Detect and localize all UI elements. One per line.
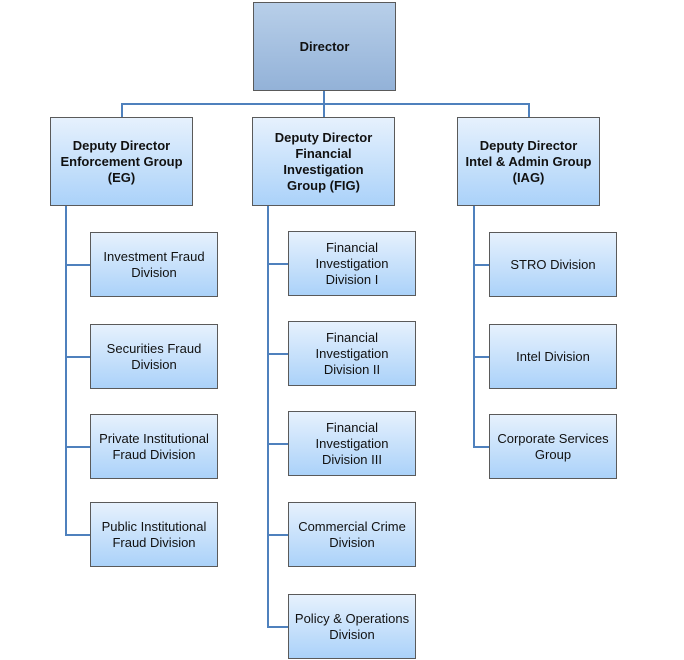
connector bbox=[267, 534, 288, 536]
connector bbox=[473, 356, 489, 358]
deputy-director-box: Deputy Director Intel & Admin Group (IAG… bbox=[457, 117, 600, 206]
connector bbox=[473, 205, 475, 447]
division-box-label: Securities Fraud Division bbox=[106, 340, 202, 372]
division-box-label: Financial Investigation Division II bbox=[315, 329, 389, 377]
division-box: Financial Investigation Division II bbox=[288, 321, 416, 386]
division-box: Public Institutional Fraud Division bbox=[90, 502, 218, 567]
division-box: Intel Division bbox=[489, 324, 617, 389]
division-box-label: STRO Division bbox=[510, 256, 596, 272]
division-box: Private Institutional Fraud Division bbox=[90, 414, 218, 479]
division-box-label: Public Institutional Fraud Division bbox=[101, 518, 207, 550]
division-box: STRO Division bbox=[489, 232, 617, 297]
director-label: Director bbox=[299, 38, 350, 54]
division-box: Financial Investigation Division III bbox=[288, 411, 416, 476]
division-box: Commercial Crime Division bbox=[288, 502, 416, 567]
division-box: Corporate Services Group bbox=[489, 414, 617, 479]
deputy-director-box: Deputy Director Financial Investigation … bbox=[252, 117, 395, 206]
connector bbox=[65, 205, 67, 535]
connector bbox=[65, 446, 90, 448]
deputy-director-box-label: Deputy Director Enforcement Group (EG) bbox=[60, 137, 183, 185]
org-chart: Director Deputy Director Enforcement Gro… bbox=[0, 0, 684, 660]
connector bbox=[473, 264, 489, 266]
division-box-label: Intel Division bbox=[516, 348, 590, 364]
division-box-label: Policy & Operations Division bbox=[294, 610, 410, 642]
connector bbox=[473, 446, 489, 448]
division-box: Investment Fraud Division bbox=[90, 232, 218, 297]
connector bbox=[121, 103, 530, 105]
division-box-label: Financial Investigation Division I bbox=[315, 239, 389, 287]
division-box-label: Investment Fraud Division bbox=[103, 248, 205, 280]
division-box: Securities Fraud Division bbox=[90, 324, 218, 389]
connector bbox=[267, 263, 288, 265]
deputy-director-box-label: Deputy Director Financial Investigation … bbox=[274, 129, 373, 193]
connector bbox=[121, 103, 123, 117]
division-box-label: Corporate Services Group bbox=[497, 430, 609, 462]
division-box-label: Private Institutional Fraud Division bbox=[99, 430, 209, 462]
division-box-label: Financial Investigation Division III bbox=[315, 419, 389, 467]
connector bbox=[65, 356, 90, 358]
division-box: Financial Investigation Division I bbox=[288, 231, 416, 296]
director-box: Director bbox=[253, 2, 396, 91]
connector bbox=[267, 443, 288, 445]
division-box: Policy & Operations Division bbox=[288, 594, 416, 659]
connector bbox=[65, 264, 90, 266]
connector bbox=[528, 103, 530, 117]
connector bbox=[267, 205, 269, 627]
deputy-director-box: Deputy Director Enforcement Group (EG) bbox=[50, 117, 193, 206]
connector bbox=[267, 353, 288, 355]
connector bbox=[267, 626, 288, 628]
connector bbox=[65, 534, 90, 536]
division-box-label: Commercial Crime Division bbox=[298, 518, 406, 550]
deputy-director-box-label: Deputy Director Intel & Admin Group (IAG… bbox=[465, 137, 592, 185]
